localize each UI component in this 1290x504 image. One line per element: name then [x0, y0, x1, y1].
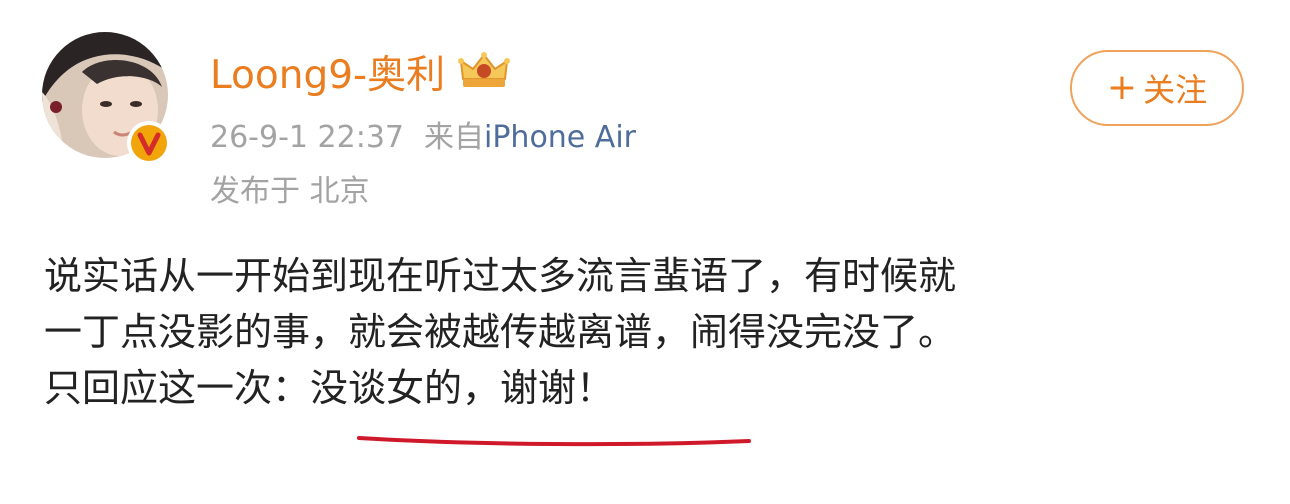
username[interactable]: Loong9-奥利: [210, 40, 511, 104]
plus-icon: +: [1106, 67, 1138, 108]
post-body: 说实话从一开始到现在听过太多流言蜚语了，有时候就 一丁点没影的事，就会被越传越离…: [44, 248, 1244, 416]
follow-button-label: 关注: [1143, 71, 1208, 109]
post-text-line: 只回应这一次：没谈女的，谢谢！: [44, 366, 615, 410]
verified-v-badge-icon: [126, 120, 172, 166]
crown-badge-icon: [457, 49, 511, 95]
post-location: 发布于 北京: [210, 174, 370, 209]
username-text[interactable]: Loong9-奥利: [210, 44, 445, 100]
post-meta: 26-9-1 22:37 来自iPhone Air: [210, 112, 636, 156]
post-text-line: 说实话从一开始到现在听过太多流言蜚语了，有时候就: [44, 254, 957, 298]
red-underline-annotation: [355, 432, 755, 452]
source-device-link[interactable]: iPhone Air: [484, 120, 636, 155]
source-prefix: 来自: [424, 120, 484, 155]
follow-button[interactable]: + 关注: [1070, 50, 1244, 126]
post-timestamp: 26-9-1 22:37: [210, 120, 404, 155]
post-text-line: 一丁点没影的事，就会被越传越离谱，闹得没完没了。: [44, 310, 957, 354]
